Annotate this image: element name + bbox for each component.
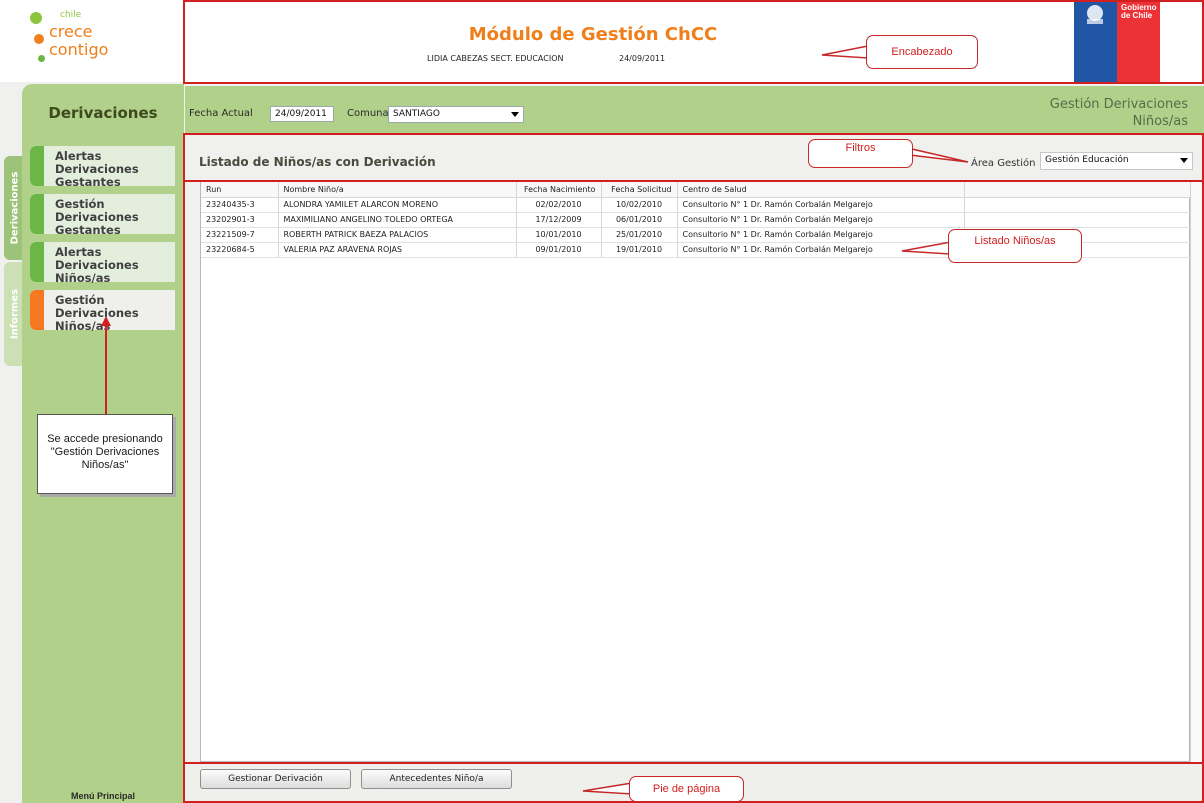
gob-line2: de Chile bbox=[1121, 11, 1153, 20]
gob-logo-text: Gobierno de Chile bbox=[1121, 4, 1157, 20]
header-date: 24/09/2011 bbox=[619, 54, 666, 63]
column-header-fecha-nacimiento[interactable]: Fecha Nacimiento bbox=[516, 182, 602, 198]
sidebar-item-label: Gestión Derivaciones Gestantes bbox=[55, 197, 139, 237]
cell-run: 23221509-7 bbox=[201, 227, 279, 243]
filter-bar: Fecha Actual 24/09/2011 Comuna SANTIAGO … bbox=[185, 86, 1204, 135]
sidebar-item-alertas-ninos[interactable]: Alertas Derivaciones Niños/as bbox=[30, 242, 175, 285]
sidebar-item-gestion-ninos[interactable]: Gestión Derivaciones Niños/as bbox=[30, 290, 175, 333]
logo-crece: crece bbox=[49, 22, 93, 41]
fecha-field[interactable]: 24/09/2011 bbox=[270, 106, 334, 122]
cell-run: 23240435-3 bbox=[201, 197, 279, 213]
gobierno-de-chile-logo: Gobierno de Chile bbox=[1074, 0, 1160, 82]
cell-fecha-nacimiento: 09/01/2010 bbox=[516, 242, 602, 258]
chile-coat-of-arms-icon bbox=[1087, 5, 1103, 24]
comuna-label: Comuna bbox=[347, 108, 389, 119]
cell-run: 23202901-3 bbox=[201, 212, 279, 228]
logo-dot-small bbox=[38, 55, 45, 62]
sidebar-item-label: Alertas Derivaciones Gestantes bbox=[55, 149, 139, 189]
header-user: LIDIA CABEZAS SECT. EDUCACION bbox=[427, 54, 564, 63]
gestionar-derivacion-button[interactable]: Gestionar Derivación bbox=[200, 769, 351, 789]
sidebar-item-label: Gestión Derivaciones Niños/as bbox=[55, 293, 139, 333]
derivaciones-table: Run Nombre Niño/a Fecha Nacimiento Fecha… bbox=[200, 181, 1191, 762]
section-title: Gestión Derivaciones Niños/as bbox=[1050, 96, 1188, 130]
sidebar-title: Derivaciones bbox=[48, 104, 158, 122]
header: Módulo de Gestión ChCC LIDIA CABEZAS SEC… bbox=[185, 0, 1204, 82]
cell-nombre: ROBERTH PATRICK BAEZA PALACIOS bbox=[278, 227, 517, 243]
table-scrollbar[interactable] bbox=[1190, 181, 1204, 762]
instruction-note: Se accede presionando "Gestión Derivacio… bbox=[37, 414, 173, 494]
section-title-line1: Gestión Derivaciones bbox=[1049, 97, 1188, 112]
column-header-centro-salud[interactable]: Centro de Salud bbox=[677, 182, 965, 198]
logo-contigo: contigo bbox=[49, 40, 109, 59]
nav-bar bbox=[30, 242, 44, 282]
area-gestion-label: Área Gestión bbox=[971, 158, 1036, 169]
cell-centro-salud: Consultorio N° 1 Dr. Ramón Corbalán Melg… bbox=[677, 212, 965, 228]
nav-bar bbox=[30, 194, 44, 234]
column-header-empty bbox=[964, 182, 1191, 198]
antecedentes-nino-button[interactable]: Antecedentes Niño/a bbox=[361, 769, 512, 789]
logo-dot-orange bbox=[34, 34, 44, 44]
crece-contigo-logo: chile crece contigo bbox=[0, 0, 184, 82]
nav-bar-active bbox=[30, 290, 44, 330]
cell-fecha-nacimiento: 10/01/2010 bbox=[516, 227, 602, 243]
list-title: Listado de Niños/as con Derivación bbox=[199, 155, 436, 169]
table-header-row: Run Nombre Niño/a Fecha Nacimiento Fecha… bbox=[201, 182, 1191, 198]
logo-chile: chile bbox=[60, 10, 82, 20]
callout-listado: Listado Niños/as bbox=[948, 229, 1082, 263]
cell-centro-salud: Consultorio N° 1 Dr. Ramón Corbalán Melg… bbox=[677, 242, 965, 258]
section-title-line2: Niños/as bbox=[1132, 114, 1188, 129]
cell-fecha-nacimiento: 17/12/2009 bbox=[516, 212, 602, 228]
fecha-label: Fecha Actual bbox=[189, 108, 253, 119]
cell-fecha-nacimiento: 02/02/2010 bbox=[516, 197, 602, 213]
callout-filtros: Filtros bbox=[808, 139, 913, 168]
column-header-run[interactable]: Run bbox=[201, 182, 279, 198]
tab-derivaciones-label: Derivaciones bbox=[9, 171, 21, 245]
logo-dot-green bbox=[30, 12, 42, 24]
cell-nombre: VALERIA PAZ ARAVENA ROJAS bbox=[278, 242, 517, 258]
column-header-nombre[interactable]: Nombre Niño/a bbox=[278, 182, 517, 198]
cell-empty bbox=[964, 197, 1191, 213]
sidebar-item-label: Alertas Derivaciones Niños/as bbox=[55, 245, 139, 285]
cell-run: 23220684-5 bbox=[201, 242, 279, 258]
menu-principal-link[interactable]: Menú Principal bbox=[22, 791, 184, 801]
nav-bar bbox=[30, 146, 44, 186]
cell-nombre: ALONDRA YAMILET ALARCON MORENO bbox=[278, 197, 517, 213]
gob-logo-blue bbox=[1074, 0, 1117, 82]
cell-fecha-solicitud: 06/01/2010 bbox=[601, 212, 678, 228]
area-gestion-value: Gestión Educación bbox=[1045, 155, 1129, 165]
table-row[interactable]: 23202901-3 MAXIMILIANO ANGELINO TOLEDO O… bbox=[201, 212, 1191, 228]
area-gestion-select[interactable]: Gestión Educación bbox=[1040, 152, 1193, 170]
chevron-down-icon bbox=[511, 112, 519, 117]
comuna-select[interactable]: SANTIAGO bbox=[388, 106, 524, 123]
callout-encabezado: Encabezado bbox=[866, 35, 978, 69]
cell-fecha-solicitud: 25/01/2010 bbox=[601, 227, 678, 243]
cell-fecha-solicitud: 10/02/2010 bbox=[601, 197, 678, 213]
sidebar-item-gestion-gestantes[interactable]: Gestión Derivaciones Gestantes bbox=[30, 194, 175, 237]
chevron-down-icon bbox=[1180, 158, 1188, 163]
cell-empty bbox=[964, 212, 1191, 228]
app-window: chile crece contigo Derivaciones Informe… bbox=[0, 0, 1204, 803]
cell-centro-salud: Consultorio N° 1 Dr. Ramón Corbalán Melg… bbox=[677, 227, 965, 243]
cell-centro-salud: Consultorio N° 1 Dr. Ramón Corbalán Melg… bbox=[677, 197, 965, 213]
cell-nombre: MAXIMILIANO ANGELINO TOLEDO ORTEGA bbox=[278, 212, 517, 228]
comuna-value: SANTIAGO bbox=[393, 109, 440, 119]
table-row[interactable]: 23240435-3 ALONDRA YAMILET ALARCON MOREN… bbox=[201, 197, 1191, 213]
callout-pie-pagina: Pie de página bbox=[629, 776, 744, 802]
tab-informes-label: Informes bbox=[9, 288, 21, 340]
cell-fecha-solicitud: 19/01/2010 bbox=[601, 242, 678, 258]
column-header-fecha-solicitud[interactable]: Fecha Solicitud bbox=[601, 182, 678, 198]
sidebar-item-alertas-gestantes[interactable]: Alertas Derivaciones Gestantes bbox=[30, 146, 175, 189]
